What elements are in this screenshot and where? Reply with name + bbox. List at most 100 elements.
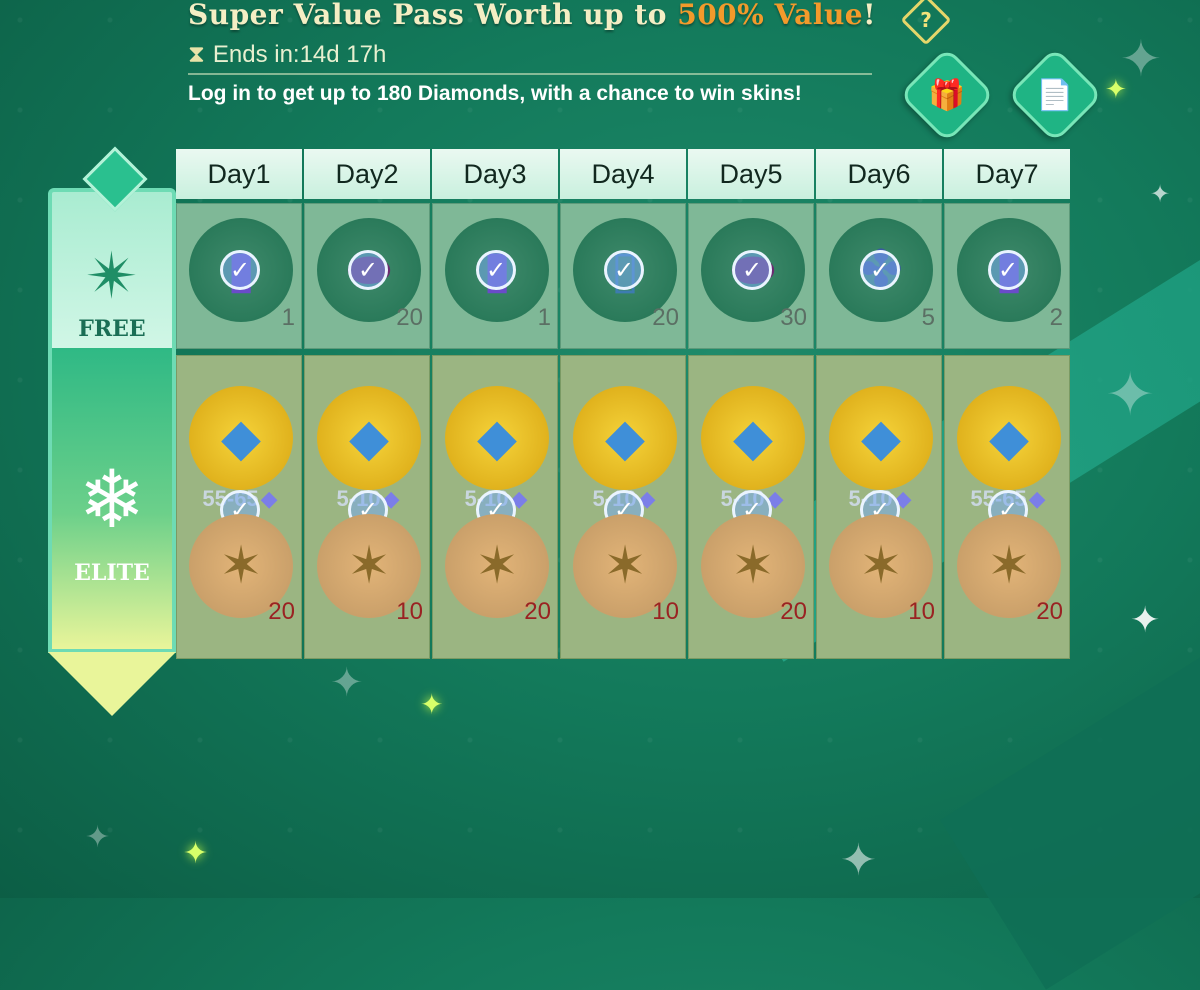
gift-button[interactable]: 🎁: [898, 46, 996, 144]
reward-quantity: 20: [396, 304, 423, 331]
title-end: !: [863, 0, 876, 31]
reward-quantity: 20: [652, 304, 679, 331]
day-column: Day2 ⬬ ✓ 20 ◆ 5-10◆ ✓ ✶ 10: [304, 149, 430, 659]
day-header: Day2: [304, 149, 430, 199]
sparkle-icon: ✦: [1105, 360, 1156, 430]
day-header: Day3: [432, 149, 558, 199]
day-column: Day1 ▮ ✓ 1 ◆ 55-65◆ ✓ ✶ 20: [176, 149, 302, 659]
free-reward-cell[interactable]: ⬬ ✓ 30: [688, 203, 814, 349]
day-header: Day5: [688, 149, 814, 199]
sparkle-icon: ✦: [1130, 600, 1161, 641]
reward-quantity: 30: [780, 304, 807, 331]
diamond-voucher-icon: ◆: [605, 408, 645, 468]
day-column: Day6 ✤ ✓ 5 ◆ 5-10◆ ✓ ✶ 10: [816, 149, 942, 659]
elite-track-label: ELITE: [74, 560, 150, 586]
glow-sparkle-icon: ✦: [420, 688, 444, 721]
reward-orb: ◆: [189, 386, 293, 490]
diamond-icon: ◆: [260, 486, 278, 512]
claimed-check-icon: ✓: [220, 250, 260, 290]
day-column: Day3 ▮ ✓ 1 ◆ 5-10◆ ✓ ✶ 20: [432, 149, 558, 659]
pass-description: Log in to get up to 180 Diamonds, with a…: [188, 82, 802, 105]
document-icon: 📄: [1036, 77, 1074, 113]
claimed-check-icon: ✓: [988, 250, 1028, 290]
free-reward-cell[interactable]: ⬬ ✓ 20: [304, 203, 430, 349]
diamond-icon: ◆: [1028, 486, 1046, 512]
elite-reward-cell[interactable]: ◆ 5-10◆ ✓ ✶ 10: [560, 355, 686, 659]
free-reward-cell[interactable]: ▮ ✓ 1: [176, 203, 302, 349]
star-fragment-icon: ✶: [603, 536, 647, 596]
claimed-check-icon: ✓: [732, 250, 772, 290]
star-fragment-icon: ✶: [859, 536, 903, 596]
free-reward-cell[interactable]: ▮ ✓ 2: [944, 203, 1070, 349]
reward-quantity: 20: [524, 598, 551, 625]
reward-orb: ◆: [957, 386, 1061, 490]
rules-button[interactable]: 📄: [1006, 46, 1104, 144]
reward-quantity: 10: [396, 598, 423, 625]
day-column: Day7 ▮ ✓ 2 ◆ 55-65◆ ✓ ✶ 20: [944, 149, 1070, 659]
reward-orb: ◆: [445, 386, 549, 490]
elite-snowflake-icon: ❄: [78, 453, 146, 546]
glow-sparkle-icon: ✦: [183, 836, 209, 871]
diamond-voucher-icon: ◆: [349, 408, 389, 468]
diamond-voucher-icon: ◆: [221, 408, 261, 468]
countdown-timer: ⧗ Ends in:14d 17h: [188, 40, 386, 69]
elite-reward-cell[interactable]: ◆ 55-65◆ ✓ ✶ 20: [944, 355, 1070, 659]
claimed-check-icon: ✓: [860, 250, 900, 290]
reward-quantity: 2: [1049, 304, 1063, 331]
day-header: Day6: [816, 149, 942, 199]
reward-orb: ◆: [317, 386, 421, 490]
day-column: Day4 ▯ ✓ 20 ◆ 5-10◆ ✓ ✶ 10: [560, 149, 686, 659]
star-fragment-icon: ✶: [987, 536, 1031, 596]
sparkle-icon: ✦: [840, 835, 877, 886]
reward-quantity: 1: [281, 304, 295, 331]
help-icon: ?: [920, 8, 932, 32]
hourglass-icon: ⧗: [188, 40, 205, 68]
sparkle-icon: ✦: [1150, 180, 1171, 208]
sparkle-icon: ✦: [330, 660, 364, 706]
sparkle-icon: ✦: [85, 820, 111, 855]
reward-quantity: 20: [1036, 598, 1063, 625]
timer-text: Ends in:14d 17h: [212, 41, 387, 68]
diamond-voucher-icon: ◆: [477, 408, 517, 468]
elite-reward-cell[interactable]: ◆ 5-10◆ ✓ ✶ 20: [432, 355, 558, 659]
background-band-dark: [940, 608, 1200, 990]
gift-icon: 🎁: [928, 77, 966, 113]
reward-quantity: 20: [268, 598, 295, 625]
day-header: Day1: [176, 149, 302, 199]
day-column: Day5 ⬬ ✓ 30 ◆ 5-10◆ ✓ ✶ 20: [688, 149, 814, 659]
reward-quantity: 5: [921, 304, 935, 331]
header-divider: [188, 73, 872, 75]
reward-orb: ◆: [829, 386, 933, 490]
title-text: Super Value Pass Worth up to: [188, 0, 678, 31]
star-fragment-icon: ✶: [731, 536, 775, 596]
elite-reward-cell[interactable]: ◆ 5-10◆ ✓ ✶ 10: [304, 355, 430, 659]
help-button[interactable]: ?: [900, 0, 952, 46]
day-header: Day7: [944, 149, 1070, 199]
free-snowflake-icon: ✴: [85, 240, 139, 314]
reward-quantity: 10: [652, 598, 679, 625]
claimed-check-icon: ✓: [604, 250, 644, 290]
reward-grid: Day1 ▮ ✓ 1 ◆ 55-65◆ ✓ ✶ 20 Day2 ⬬ ✓ 20 ◆…: [176, 149, 1070, 659]
diamond-voucher-icon: ◆: [733, 408, 773, 468]
elite-reward-cell[interactable]: ◆ 5-10◆ ✓ ✶ 10: [816, 355, 942, 659]
day-header: Day4: [560, 149, 686, 199]
free-reward-cell[interactable]: ▯ ✓ 20: [560, 203, 686, 349]
diamond-voucher-icon: ◆: [989, 408, 1029, 468]
claimed-check-icon: ✓: [348, 250, 388, 290]
reward-quantity: 1: [537, 304, 551, 331]
side-panel-tip: [48, 652, 176, 716]
star-fragment-icon: ✶: [219, 536, 263, 596]
star-fragment-icon: ✶: [475, 536, 519, 596]
elite-reward-cell[interactable]: ◆ 5-10◆ ✓ ✶ 20: [688, 355, 814, 659]
page-title: Super Value Pass Worth up to 500% Value!: [188, 0, 876, 31]
reward-orb: ◆: [573, 386, 677, 490]
reward-orb: ◆: [701, 386, 805, 490]
elite-reward-cell[interactable]: ◆ 55-65◆ ✓ ✶ 20: [176, 355, 302, 659]
glow-sparkle-icon: ✦: [1105, 75, 1127, 105]
free-reward-cell[interactable]: ✤ ✓ 5: [816, 203, 942, 349]
star-fragment-icon: ✶: [347, 536, 391, 596]
free-reward-cell[interactable]: ▮ ✓ 1: [432, 203, 558, 349]
title-highlight: 500% Value: [677, 0, 864, 31]
reward-quantity: 10: [908, 598, 935, 625]
diamond-voucher-icon: ◆: [861, 408, 901, 468]
